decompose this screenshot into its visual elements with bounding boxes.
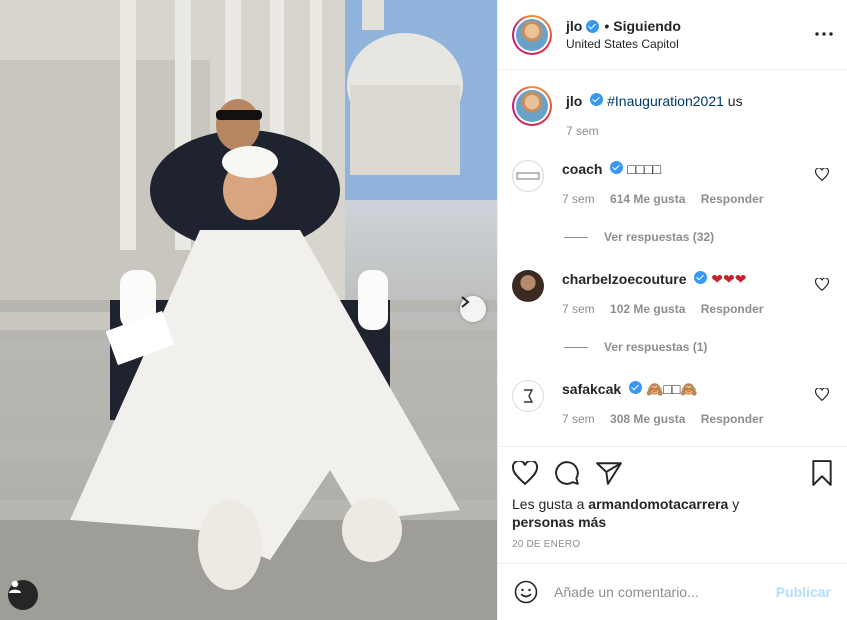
comments-list: jlo #Inauguration2021 us 7 sem coach □□□… [498,70,847,446]
comment-username[interactable]: coach [562,161,602,177]
comment-username[interactable]: safakcak [562,381,621,397]
author-avatar[interactable] [512,14,552,55]
heart-icon [814,277,830,292]
comment-avatar[interactable] [512,270,544,302]
post-actions: Les gusta a armandomotacarrera y persona… [498,446,847,563]
post-photo[interactable] [0,0,497,620]
comment-likes[interactable]: 614 Me gusta [610,192,685,206]
view-replies-label: Ver respuestas (32) [604,230,715,244]
comment-button[interactable] [554,460,580,486]
caption-flag: us [727,93,743,109]
photo-illustration [0,0,497,620]
coach-logo-icon [516,172,540,180]
comment-text: □□□□ [627,161,662,177]
author-username[interactable]: jlo [566,18,582,34]
comment-time[interactable]: 7 sem [562,192,595,206]
caption-username[interactable]: jlo [566,93,582,109]
verified-badge-icon [610,161,624,174]
comment-avatar[interactable] [512,380,544,412]
more-options-button[interactable] [815,19,833,50]
comment-avatar[interactable] [512,160,544,192]
verified-badge-icon [586,19,600,33]
comment-text: 🙈□□🙈 [645,381,698,397]
location-link[interactable]: United States Capitol [566,37,815,51]
like-comment-button[interactable] [814,167,831,184]
comment-icon [555,461,579,485]
heart-icon [814,167,830,182]
others-link[interactable]: personas más [512,514,606,530]
view-replies-button[interactable]: Ver respuestas (32) [564,230,831,244]
user-icon [9,580,21,593]
comment-item: safakcak 🙈□□🙈 7 sem 308 Me gusta Respond… [512,380,831,426]
comment-time[interactable]: 7 sem [562,302,595,316]
comment-item: coach □□□□ 7 sem 614 Me gusta Responder [512,160,831,206]
verified-badge-icon [694,271,708,284]
caption-time[interactable]: 7 sem [566,124,599,138]
caption: jlo #Inauguration2021 us 7 sem [512,86,831,138]
post-sidebar: jlo • Siguiendo United States Capitol jl… [497,0,847,620]
bookmark-icon [812,460,832,486]
comment-input[interactable] [554,584,776,600]
reply-button[interactable]: Responder [701,302,764,316]
like-button[interactable] [512,461,538,485]
caption-hashtag[interactable]: #Inauguration2021 [607,93,724,109]
comment-username[interactable]: charbelzoecouture [562,271,686,287]
send-icon [596,462,622,485]
verified-badge-icon [629,381,643,394]
heart-icon [512,461,538,485]
verified-badge-icon [590,93,604,106]
post-header: jlo • Siguiendo United States Capitol [498,0,847,70]
publish-button[interactable]: Publicar [776,584,831,600]
emoji-icon [514,580,538,604]
liker-username[interactable]: armandomotacarrera [588,496,728,512]
more-horizontal-icon [815,32,833,36]
chevron-right-icon [461,296,470,308]
like-comment-button[interactable] [814,277,831,294]
comment-text: ❤❤❤ [711,271,747,287]
post-date[interactable]: 20 DE ENERO [512,539,833,550]
tagged-users-button[interactable] [8,580,38,610]
separator-dot: • [604,18,610,34]
heart-icon [814,387,830,402]
reply-button[interactable]: Responder [701,412,764,426]
following-button[interactable]: Siguiendo [613,18,681,34]
like-comment-button[interactable] [814,387,831,404]
avatar-image [516,18,548,51]
comment-likes[interactable]: 308 Me gusta [610,412,685,426]
post-modal: jlo • Siguiendo United States Capitol jl… [0,0,847,620]
comment-item: charbelzoecouture ❤❤❤ 7 sem 102 Me gusta… [512,270,831,316]
save-button[interactable] [811,460,833,486]
comment-likes[interactable]: 102 Me gusta [610,302,685,316]
next-photo-button[interactable] [460,296,486,322]
likes-summary: Les gusta a armandomotacarrera y persona… [512,496,740,530]
emoji-button[interactable] [514,580,538,604]
view-replies-button[interactable]: Ver respuestas (1) [564,340,831,354]
view-replies-label: Ver respuestas (1) [604,340,708,354]
reply-button[interactable]: Responder [701,192,764,206]
brand-logo-icon [524,389,534,403]
share-button[interactable] [596,461,622,485]
caption-avatar[interactable] [512,86,552,126]
comment-composer: Publicar [498,563,847,620]
comment-time[interactable]: 7 sem [562,412,595,426]
